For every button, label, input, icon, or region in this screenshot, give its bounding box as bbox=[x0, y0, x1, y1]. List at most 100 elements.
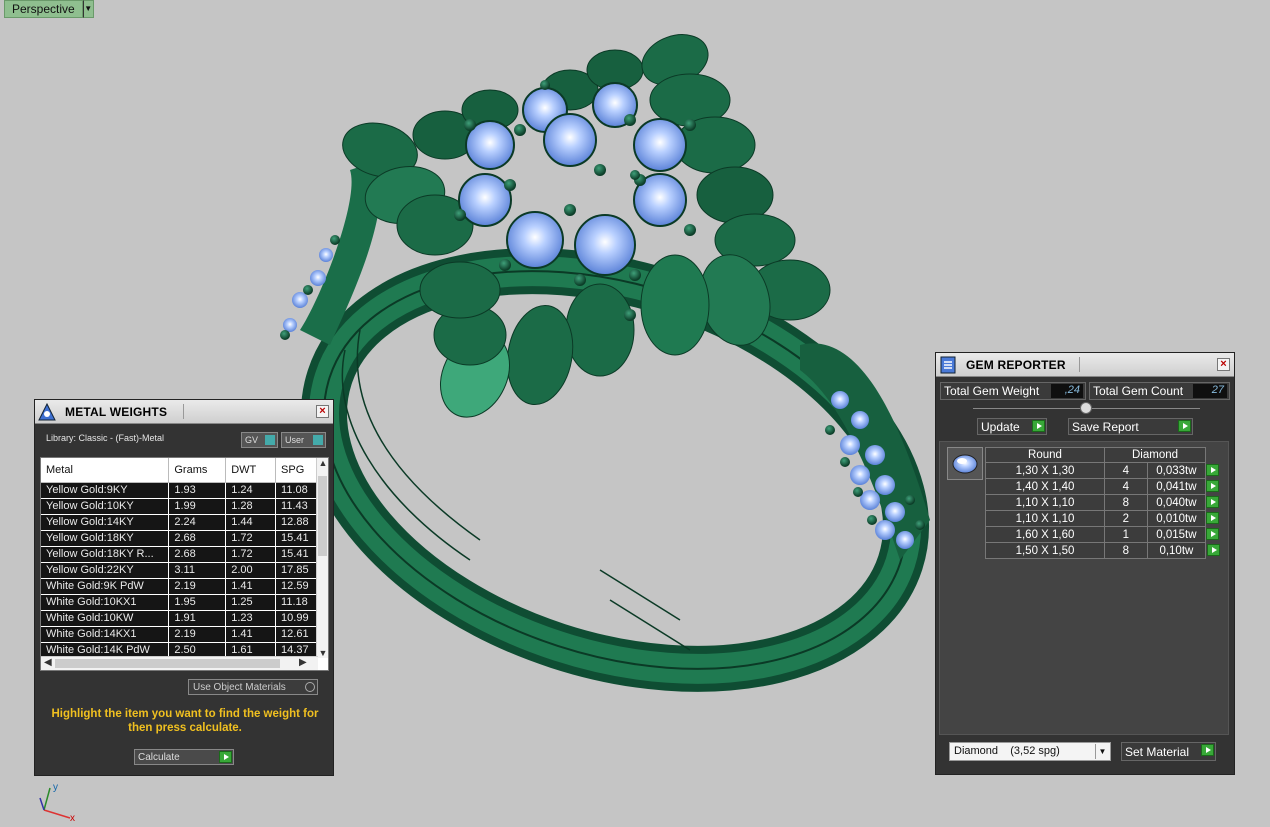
table-cell: 1.93 bbox=[168, 482, 227, 499]
metal-grid: Metal Grams DWT SPG Yellow Gold:9KY 1.93 1… bbox=[41, 458, 318, 659]
round-gem-icon[interactable] bbox=[947, 447, 983, 480]
table-row[interactable]: White Gold:14KX1 2.19 1.41 12.61 bbox=[41, 626, 318, 643]
set-material-button[interactable]: Set Material bbox=[1121, 742, 1216, 761]
vertical-scrollbar[interactable]: ▲ ▼ bbox=[316, 458, 328, 658]
play-icon[interactable] bbox=[1206, 527, 1219, 540]
scroll-down-icon[interactable]: ▼ bbox=[317, 648, 328, 658]
play-icon[interactable] bbox=[1206, 479, 1219, 492]
gem-cell: 1,50 X 1,50 bbox=[985, 542, 1105, 559]
table-row[interactable]: Yellow Gold:18KY 2.68 1.72 15.41 bbox=[41, 530, 318, 547]
gem-reporter-panel: GEM REPORTER × Total Gem Weight ,24 Tota… bbox=[935, 352, 1235, 775]
col-header[interactable]: Grams bbox=[168, 458, 227, 483]
calculate-label: Calculate bbox=[138, 752, 180, 763]
metal-table[interactable]: Metal Grams DWT SPG Yellow Gold:9KY 1.93 1… bbox=[40, 457, 329, 671]
calculate-button[interactable]: Calculate bbox=[134, 749, 234, 765]
gem-row[interactable]: 1,40 X 1,40 4 0,041tw bbox=[985, 478, 1222, 495]
gem-row[interactable]: 1,60 X 1,60 1 0,015tw bbox=[985, 526, 1222, 543]
table-cell: 12.59 bbox=[275, 578, 318, 595]
gem-row[interactable]: 1,10 X 1,10 2 0,010tw bbox=[985, 510, 1222, 527]
table-cell: 1.23 bbox=[225, 610, 277, 627]
gem-row[interactable]: 1,30 X 1,30 4 0,033tw bbox=[985, 462, 1222, 479]
shape-header: Round bbox=[985, 447, 1105, 463]
slider-handle[interactable] bbox=[1080, 402, 1092, 414]
scroll-left-icon[interactable]: ◀ bbox=[44, 657, 52, 668]
gem-cell: 1,10 X 1,10 bbox=[985, 494, 1105, 511]
table-row[interactable]: White Gold:10KX1 1.95 1.25 11.18 bbox=[41, 594, 318, 611]
col-header[interactable]: SPG bbox=[275, 458, 318, 483]
x-axis-label: x bbox=[70, 813, 75, 824]
toggle-icon bbox=[313, 435, 323, 445]
table-row[interactable]: Yellow Gold:14KY 2.24 1.44 12.88 bbox=[41, 514, 318, 531]
gem-reporter-titlebar[interactable]: GEM REPORTER × bbox=[936, 353, 1234, 377]
set-material-label: Set Material bbox=[1125, 745, 1190, 759]
scroll-right-icon[interactable]: ▶ bbox=[299, 657, 307, 668]
table-row[interactable]: Yellow Gold:10KY 1.99 1.28 11.43 bbox=[41, 498, 318, 515]
y-axis-label: y bbox=[53, 782, 58, 793]
table-cell: 1.72 bbox=[225, 546, 277, 563]
use-object-materials-label: Use Object Materials bbox=[193, 682, 286, 693]
chevron-down-icon[interactable]: ▼ bbox=[1095, 744, 1109, 759]
close-icon[interactable]: × bbox=[316, 405, 329, 418]
table-row[interactable]: Yellow Gold:18KY R... 2.68 1.72 15.41 bbox=[41, 546, 318, 563]
horizontal-scrollbar[interactable]: ◀ ▶ bbox=[41, 656, 318, 670]
table-cell: Yellow Gold:18KY R... bbox=[41, 546, 170, 563]
update-button[interactable]: Update bbox=[977, 418, 1047, 435]
col-header[interactable]: Metal bbox=[41, 458, 170, 483]
table-cell: Yellow Gold:22KY bbox=[41, 562, 170, 579]
table-cell: 3.11 bbox=[168, 562, 227, 579]
play-icon[interactable] bbox=[1206, 495, 1219, 508]
table-cell: 1.44 bbox=[225, 514, 277, 531]
gem-table: Round Diamond 1,30 X 1,30 4 0,033tw 1,40 X … bbox=[985, 447, 1222, 559]
table-cell: White Gold:10KW bbox=[41, 610, 170, 627]
table-row[interactable]: White Gold:9K PdW 2.19 1.41 12.59 bbox=[41, 578, 318, 595]
gem-row[interactable]: 1,10 X 1,10 8 0,040tw bbox=[985, 494, 1222, 511]
play-icon[interactable] bbox=[1206, 511, 1219, 524]
table-row[interactable]: Yellow Gold:22KY 3.11 2.00 17.85 bbox=[41, 562, 318, 579]
scroll-thumb[interactable] bbox=[318, 476, 327, 556]
gem-cell: 8 bbox=[1104, 494, 1148, 511]
user-toggle[interactable]: User bbox=[281, 432, 326, 448]
total-gem-count-field: Total Gem Count 27 bbox=[1089, 382, 1230, 400]
gem-table-header: Round Diamond bbox=[985, 447, 1222, 463]
table-cell: 2.00 bbox=[225, 562, 277, 579]
radio-icon bbox=[305, 682, 315, 692]
panel-title: GEM REPORTER bbox=[966, 357, 1066, 372]
table-cell: 10.99 bbox=[275, 610, 318, 627]
gv-toggle[interactable]: GV bbox=[241, 432, 278, 448]
gem-cell: 1,30 X 1,30 bbox=[985, 462, 1105, 479]
scroll-up-icon[interactable]: ▲ bbox=[317, 458, 328, 468]
gem-row[interactable]: 1,50 X 1,50 8 0,10tw bbox=[985, 542, 1222, 559]
gem-cell: 0,033tw bbox=[1146, 462, 1207, 479]
play-icon bbox=[1032, 420, 1045, 432]
scroll-thumb[interactable] bbox=[55, 659, 280, 668]
table-cell: 1.24 bbox=[225, 482, 277, 499]
metal-weights-titlebar[interactable]: METAL WEIGHTS × bbox=[35, 400, 333, 424]
total-gem-weight-value: ,24 bbox=[1051, 384, 1083, 398]
use-object-materials-toggle[interactable]: Use Object Materials bbox=[188, 679, 318, 695]
play-icon[interactable] bbox=[1206, 543, 1220, 556]
table-row[interactable]: White Gold:10KW 1.91 1.23 10.99 bbox=[41, 610, 318, 627]
gem-cell: 0,10tw bbox=[1146, 542, 1207, 559]
material-select[interactable]: Diamond (3,52 spg) ▼ bbox=[949, 742, 1111, 761]
total-gem-count-value: 27 bbox=[1193, 384, 1227, 398]
table-cell: 17.85 bbox=[275, 562, 318, 579]
table-cell: Yellow Gold:9KY bbox=[41, 482, 170, 499]
close-icon[interactable]: × bbox=[1217, 358, 1230, 371]
table-cell: 2.24 bbox=[168, 514, 227, 531]
table-cell: 2.19 bbox=[168, 626, 227, 643]
gem-cell: 0,040tw bbox=[1146, 494, 1207, 511]
gv-label: GV bbox=[245, 435, 259, 445]
material-select-value: Diamond (3,52 spg) bbox=[954, 745, 1060, 757]
gem-cell: 2 bbox=[1104, 510, 1148, 527]
gem-cell: 1,60 X 1,60 bbox=[985, 526, 1105, 543]
table-row[interactable]: Yellow Gold:9KY 1.93 1.24 11.08 bbox=[41, 482, 318, 499]
metal-weights-panel: METAL WEIGHTS × Library: Classic - (Fast… bbox=[34, 399, 334, 776]
gem-list-area: Round Diamond 1,30 X 1,30 4 0,033tw 1,40 X … bbox=[939, 441, 1229, 735]
play-icon[interactable] bbox=[1206, 463, 1219, 476]
save-report-button[interactable]: Save Report bbox=[1068, 418, 1193, 435]
material-header: Diamond bbox=[1104, 447, 1206, 463]
table-cell: White Gold:9K PdW bbox=[41, 578, 170, 595]
col-header[interactable]: DWT bbox=[225, 458, 277, 483]
axes-gizmo: x y bbox=[39, 782, 75, 824]
table-cell: 1.41 bbox=[225, 626, 277, 643]
